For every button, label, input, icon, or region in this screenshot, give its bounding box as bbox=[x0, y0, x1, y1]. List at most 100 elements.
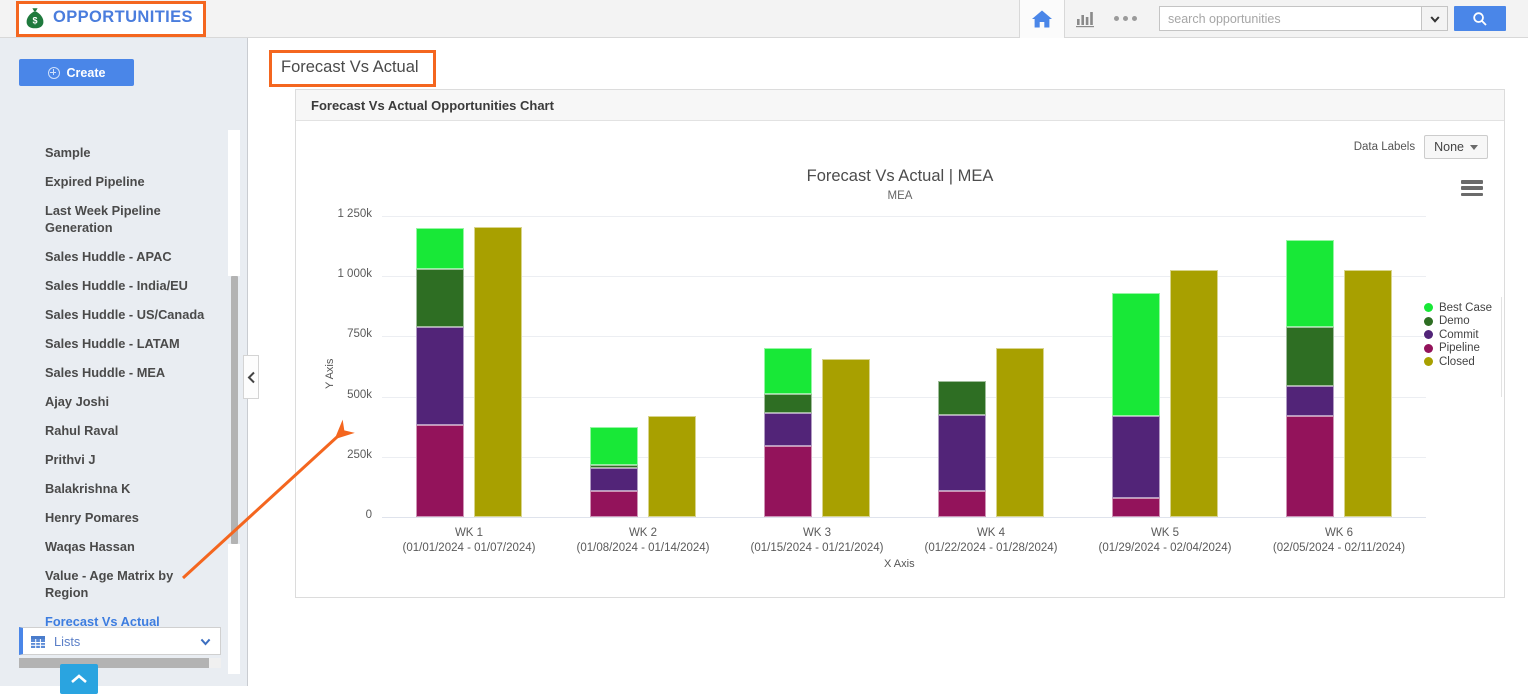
gridline bbox=[382, 276, 1426, 278]
brand-title: OPPORTUNITIES bbox=[53, 8, 193, 26]
bar-segment[interactable] bbox=[1286, 240, 1334, 327]
bar-segment[interactable] bbox=[1112, 415, 1160, 498]
bar-segment[interactable] bbox=[416, 425, 464, 517]
x-axis-tick-label: WK 3 (01/15/2024 - 01/21/2024) bbox=[730, 526, 904, 556]
search-scope-dropdown[interactable] bbox=[1421, 6, 1448, 31]
sidebar-item-expired-pipeline[interactable]: Expired Pipeline bbox=[45, 167, 215, 196]
bar-segment[interactable] bbox=[764, 348, 812, 395]
grid-icon bbox=[31, 635, 45, 648]
sidebar-item-henry-pomares[interactable]: Henry Pomares bbox=[45, 503, 215, 532]
bar-segment[interactable] bbox=[416, 228, 464, 269]
bar-segment[interactable] bbox=[938, 414, 986, 491]
sidebar-item-sales-huddle-india-eu[interactable]: Sales Huddle - India/EU bbox=[45, 271, 215, 300]
bar-segment[interactable] bbox=[1286, 385, 1334, 416]
legend-item[interactable]: Closed bbox=[1423, 355, 1492, 369]
sidebar-item-label: Waqas Hassan bbox=[45, 539, 135, 554]
sidebar-item-balakrishna-k[interactable]: Balakrishna K bbox=[45, 474, 215, 503]
sidebar-item-waqas-hassan[interactable]: Waqas Hassan bbox=[45, 532, 215, 561]
sidebar-item-sales-huddle-apac[interactable]: Sales Huddle - APAC bbox=[45, 242, 215, 271]
bar-segment[interactable] bbox=[764, 394, 812, 414]
x-axis-tick-label: WK 6 (02/05/2024 - 02/11/2024) bbox=[1252, 526, 1426, 556]
sidebar-item-sales-huddle-us-canada[interactable]: Sales Huddle - US/Canada bbox=[45, 300, 215, 329]
sidebar-item-sales-huddle-mea[interactable]: Sales Huddle - MEA bbox=[45, 358, 215, 387]
legend-label: Commit bbox=[1438, 328, 1479, 341]
bar-segment[interactable] bbox=[996, 348, 1044, 517]
x-axis-date-range: (01/01/2024 - 01/07/2024) bbox=[402, 542, 536, 554]
bar-segment[interactable] bbox=[474, 226, 522, 517]
legend-color-swatch bbox=[1423, 357, 1433, 367]
x-axis-week: WK 2 bbox=[628, 527, 658, 539]
sidebar-item-last-week-pipeline-generation[interactable]: Last Week Pipeline Generation bbox=[45, 196, 215, 242]
create-button[interactable]: Create bbox=[19, 59, 134, 86]
bar-segment[interactable] bbox=[590, 490, 638, 517]
x-axis-date-range: (01/15/2024 - 01/21/2024) bbox=[750, 542, 884, 554]
sidebar-item-label: Sales Huddle - MEA bbox=[45, 365, 166, 380]
bar-segment[interactable] bbox=[1112, 497, 1160, 517]
bar-segment[interactable] bbox=[764, 413, 812, 446]
x-axis-tick-label: WK 1 (01/01/2024 - 01/07/2024) bbox=[382, 526, 556, 556]
bar-segment[interactable] bbox=[938, 380, 986, 415]
sidebar-item-sales-huddle-latam[interactable]: Sales Huddle - LATAM bbox=[45, 329, 215, 358]
scroll-to-top-button[interactable] bbox=[60, 664, 98, 694]
search-input[interactable] bbox=[1159, 6, 1421, 31]
main-content: Forecast Vs Actual Forecast Vs Actual Op… bbox=[249, 38, 1528, 686]
legend-item[interactable]: Commit bbox=[1423, 328, 1492, 342]
y-axis-tick-label: 0 bbox=[365, 509, 372, 521]
chevron-up-icon bbox=[71, 674, 87, 683]
create-button-label: Create bbox=[66, 65, 106, 80]
legend-color-swatch bbox=[1423, 303, 1433, 313]
sidebar-hscrollbar-thumb[interactable] bbox=[19, 658, 209, 668]
bar-segment[interactable] bbox=[822, 359, 870, 517]
money-bag-icon: $ bbox=[25, 7, 45, 29]
bar-segment[interactable] bbox=[1170, 270, 1218, 517]
bar-segment[interactable] bbox=[938, 490, 986, 517]
bar-segment[interactable] bbox=[416, 268, 464, 327]
lists-dropdown-label: Lists bbox=[54, 633, 81, 649]
home-button[interactable] bbox=[1020, 0, 1064, 38]
chevron-down-icon bbox=[1429, 15, 1440, 23]
sidebar-collapse-button[interactable] bbox=[243, 355, 259, 399]
y-axis-tick-label: 1 250k bbox=[337, 208, 372, 220]
sidebar: Create Sample Expired Pipeline Last Week P… bbox=[0, 38, 248, 694]
bar-segment[interactable] bbox=[416, 326, 464, 426]
sidebar-item-sample[interactable]: Sample bbox=[45, 138, 215, 167]
sidebar-item-label: Rahul Raval bbox=[45, 423, 119, 438]
search-button[interactable] bbox=[1454, 6, 1506, 31]
legend-color-swatch bbox=[1423, 343, 1433, 353]
chevron-down-icon bbox=[200, 638, 211, 646]
sidebar-item-ajay-joshi[interactable]: Ajay Joshi bbox=[45, 387, 215, 416]
sidebar-scrollbar-thumb[interactable] bbox=[231, 276, 238, 544]
sidebar-item-label: Ajay Joshi bbox=[45, 394, 110, 409]
sidebar-item-label: Prithvi J bbox=[45, 452, 96, 467]
home-icon bbox=[1031, 9, 1053, 29]
x-axis-date-range: (02/05/2024 - 02/11/2024) bbox=[1272, 542, 1406, 554]
legend-item[interactable]: Pipeline bbox=[1423, 342, 1492, 356]
sidebar-item-value-age-matrix-by-region[interactable]: Value - Age Matrix by Region bbox=[45, 561, 215, 607]
y-axis-tick-label: 1 000k bbox=[337, 268, 372, 281]
x-axis-date-range: (01/08/2024 - 01/14/2024) bbox=[576, 542, 710, 554]
sidebar-item-label: Sales Huddle - LATAM bbox=[45, 336, 180, 351]
bar-segment[interactable] bbox=[1344, 270, 1392, 517]
legend-item[interactable]: Demo bbox=[1423, 315, 1492, 329]
sidebar-item-rahul-raval[interactable]: Rahul Raval bbox=[45, 416, 215, 445]
more-options-button[interactable] bbox=[1105, 0, 1145, 38]
brand-logo-highlight[interactable]: $ OPPORTUNITIES bbox=[16, 0, 206, 37]
chart-card-title: Forecast Vs Actual Opportunities Chart bbox=[296, 90, 1504, 121]
bar-segment[interactable] bbox=[1286, 415, 1334, 517]
sidebar-item-label: Last Week Pipeline Generation bbox=[45, 203, 161, 235]
bar-segment[interactable] bbox=[764, 445, 812, 517]
bar-segment[interactable] bbox=[590, 465, 638, 468]
bar-segment[interactable] bbox=[648, 415, 696, 517]
sidebar-item-label: Sales Huddle - US/Canada bbox=[45, 307, 205, 322]
bar-segment[interactable] bbox=[590, 426, 638, 466]
sidebar-item-label: Value - Age Matrix by Region bbox=[45, 568, 174, 600]
bar-segment[interactable] bbox=[1286, 326, 1334, 386]
chevron-left-icon bbox=[247, 371, 255, 383]
sidebar-item-prithvi-j[interactable]: Prithvi J bbox=[45, 445, 215, 474]
bar-segment[interactable] bbox=[1112, 293, 1160, 416]
legend-item[interactable]: Best Case bbox=[1423, 301, 1492, 315]
reports-button[interactable] bbox=[1065, 0, 1105, 38]
lists-dropdown[interactable]: Lists bbox=[19, 627, 221, 655]
bar-segment[interactable] bbox=[590, 467, 638, 491]
plus-circle-icon bbox=[47, 66, 60, 79]
